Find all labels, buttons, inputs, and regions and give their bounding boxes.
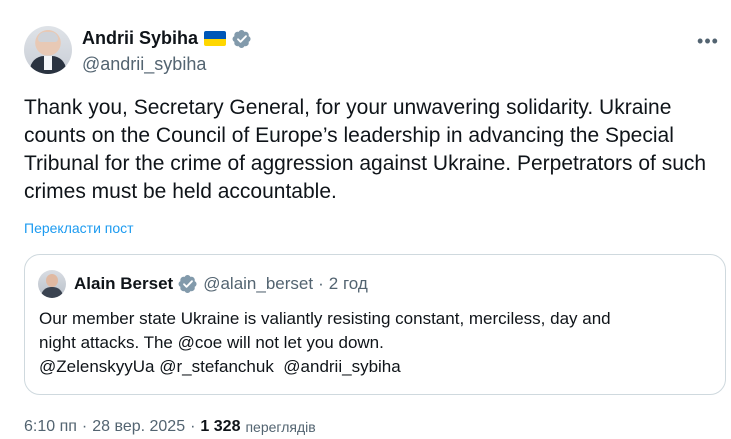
views-count: 1 328 (200, 418, 241, 435)
views-label: переглядів (245, 419, 316, 435)
quoted-author-name[interactable]: Alain Berset (74, 274, 173, 294)
author-avatar[interactable] (24, 26, 72, 74)
quoted-header: Alain Berset @alain_berset · 2 год (74, 274, 368, 294)
quoted-author-handle[interactable]: @alain_berset (203, 274, 313, 294)
tweet-header: Andrii Sybiha @andrii_sybiha ••• (24, 24, 719, 78)
footer-separator: · (190, 418, 196, 435)
tweet-time[interactable]: 6:10 пп (24, 418, 77, 436)
footer-separator: · (81, 418, 88, 435)
more-dots-icon: ••• (697, 31, 719, 51)
tweet-text: Thank you, Secretary General, for your u… (24, 96, 707, 203)
quoted-separator: · (318, 274, 324, 293)
author-handle[interactable]: @andrii_sybiha (82, 54, 206, 75)
verified-badge-icon[interactable] (232, 29, 252, 49)
quoted-tweet-card[interactable]: Alain Berset @alain_berset · 2 год Our m… (24, 254, 726, 395)
quoted-text-line: night attacks. The @coe will not let you… (39, 333, 384, 352)
author-display-name[interactable]: Andrii Sybiha (82, 28, 198, 49)
quoted-author-avatar[interactable] (38, 270, 66, 298)
quoted-time[interactable]: 2 год (329, 274, 368, 294)
verified-badge-icon (178, 275, 197, 293)
quoted-text-line: @ZelenskyyUa @r_stefanchuk @andrii_sybih… (39, 357, 401, 376)
more-options-button[interactable]: ••• (697, 30, 719, 52)
tweet-footer: 6:10 пп · 28 вер. 2025 · 1 328 перегляді… (24, 418, 316, 436)
translate-post-link[interactable]: Перекласти пост (24, 220, 134, 236)
quoted-tweet-text: Our member state Ukraine is valiantly re… (39, 307, 709, 379)
author-name-row: Andrii Sybiha (82, 28, 252, 49)
ukraine-flag-icon (204, 31, 227, 46)
quoted-text-line: Our member state Ukraine is valiantly re… (39, 309, 611, 328)
tweet-date[interactable]: 28 вер. 2025 (92, 418, 185, 436)
